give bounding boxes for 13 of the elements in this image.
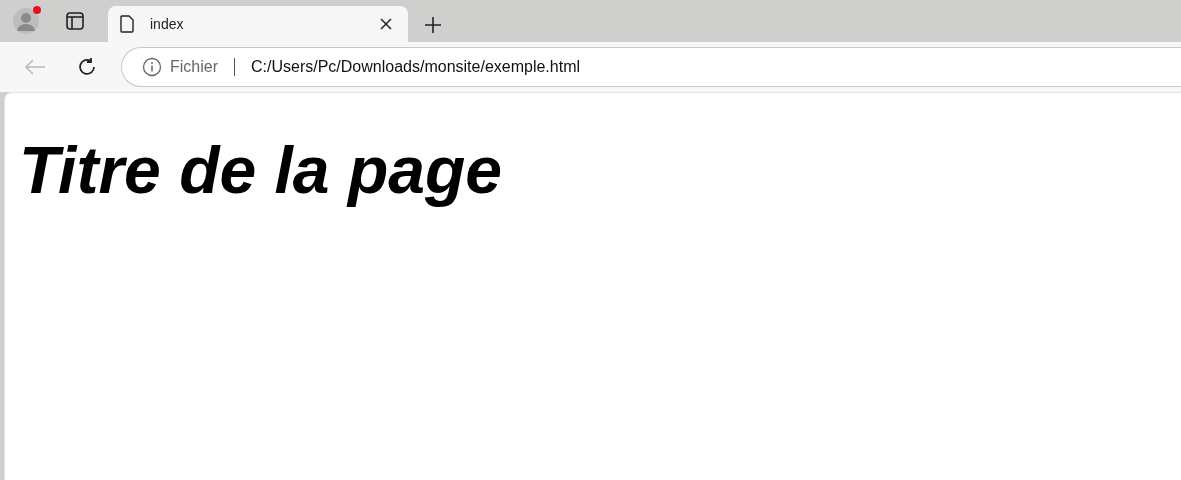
- info-icon[interactable]: [142, 57, 162, 77]
- profile-icon[interactable]: [12, 5, 44, 37]
- new-tab-icon[interactable]: [424, 16, 442, 34]
- url-text: C:/Users/Pc/Downloads/monsite/exemple.html: [251, 57, 581, 77]
- browser-tab[interactable]: index: [108, 6, 408, 42]
- reload-icon: [76, 56, 98, 78]
- tab-title: index: [150, 14, 185, 34]
- tab-actions-icon[interactable]: [66, 12, 84, 30]
- back-arrow-icon: [24, 58, 46, 76]
- page-icon: [120, 15, 134, 33]
- scheme-label: Fichier: [170, 57, 218, 77]
- address-bar[interactable]: Fichier C:/Users/Pc/Downloads/monsite/exemple.html: [121, 47, 1181, 87]
- close-icon[interactable]: [380, 18, 392, 30]
